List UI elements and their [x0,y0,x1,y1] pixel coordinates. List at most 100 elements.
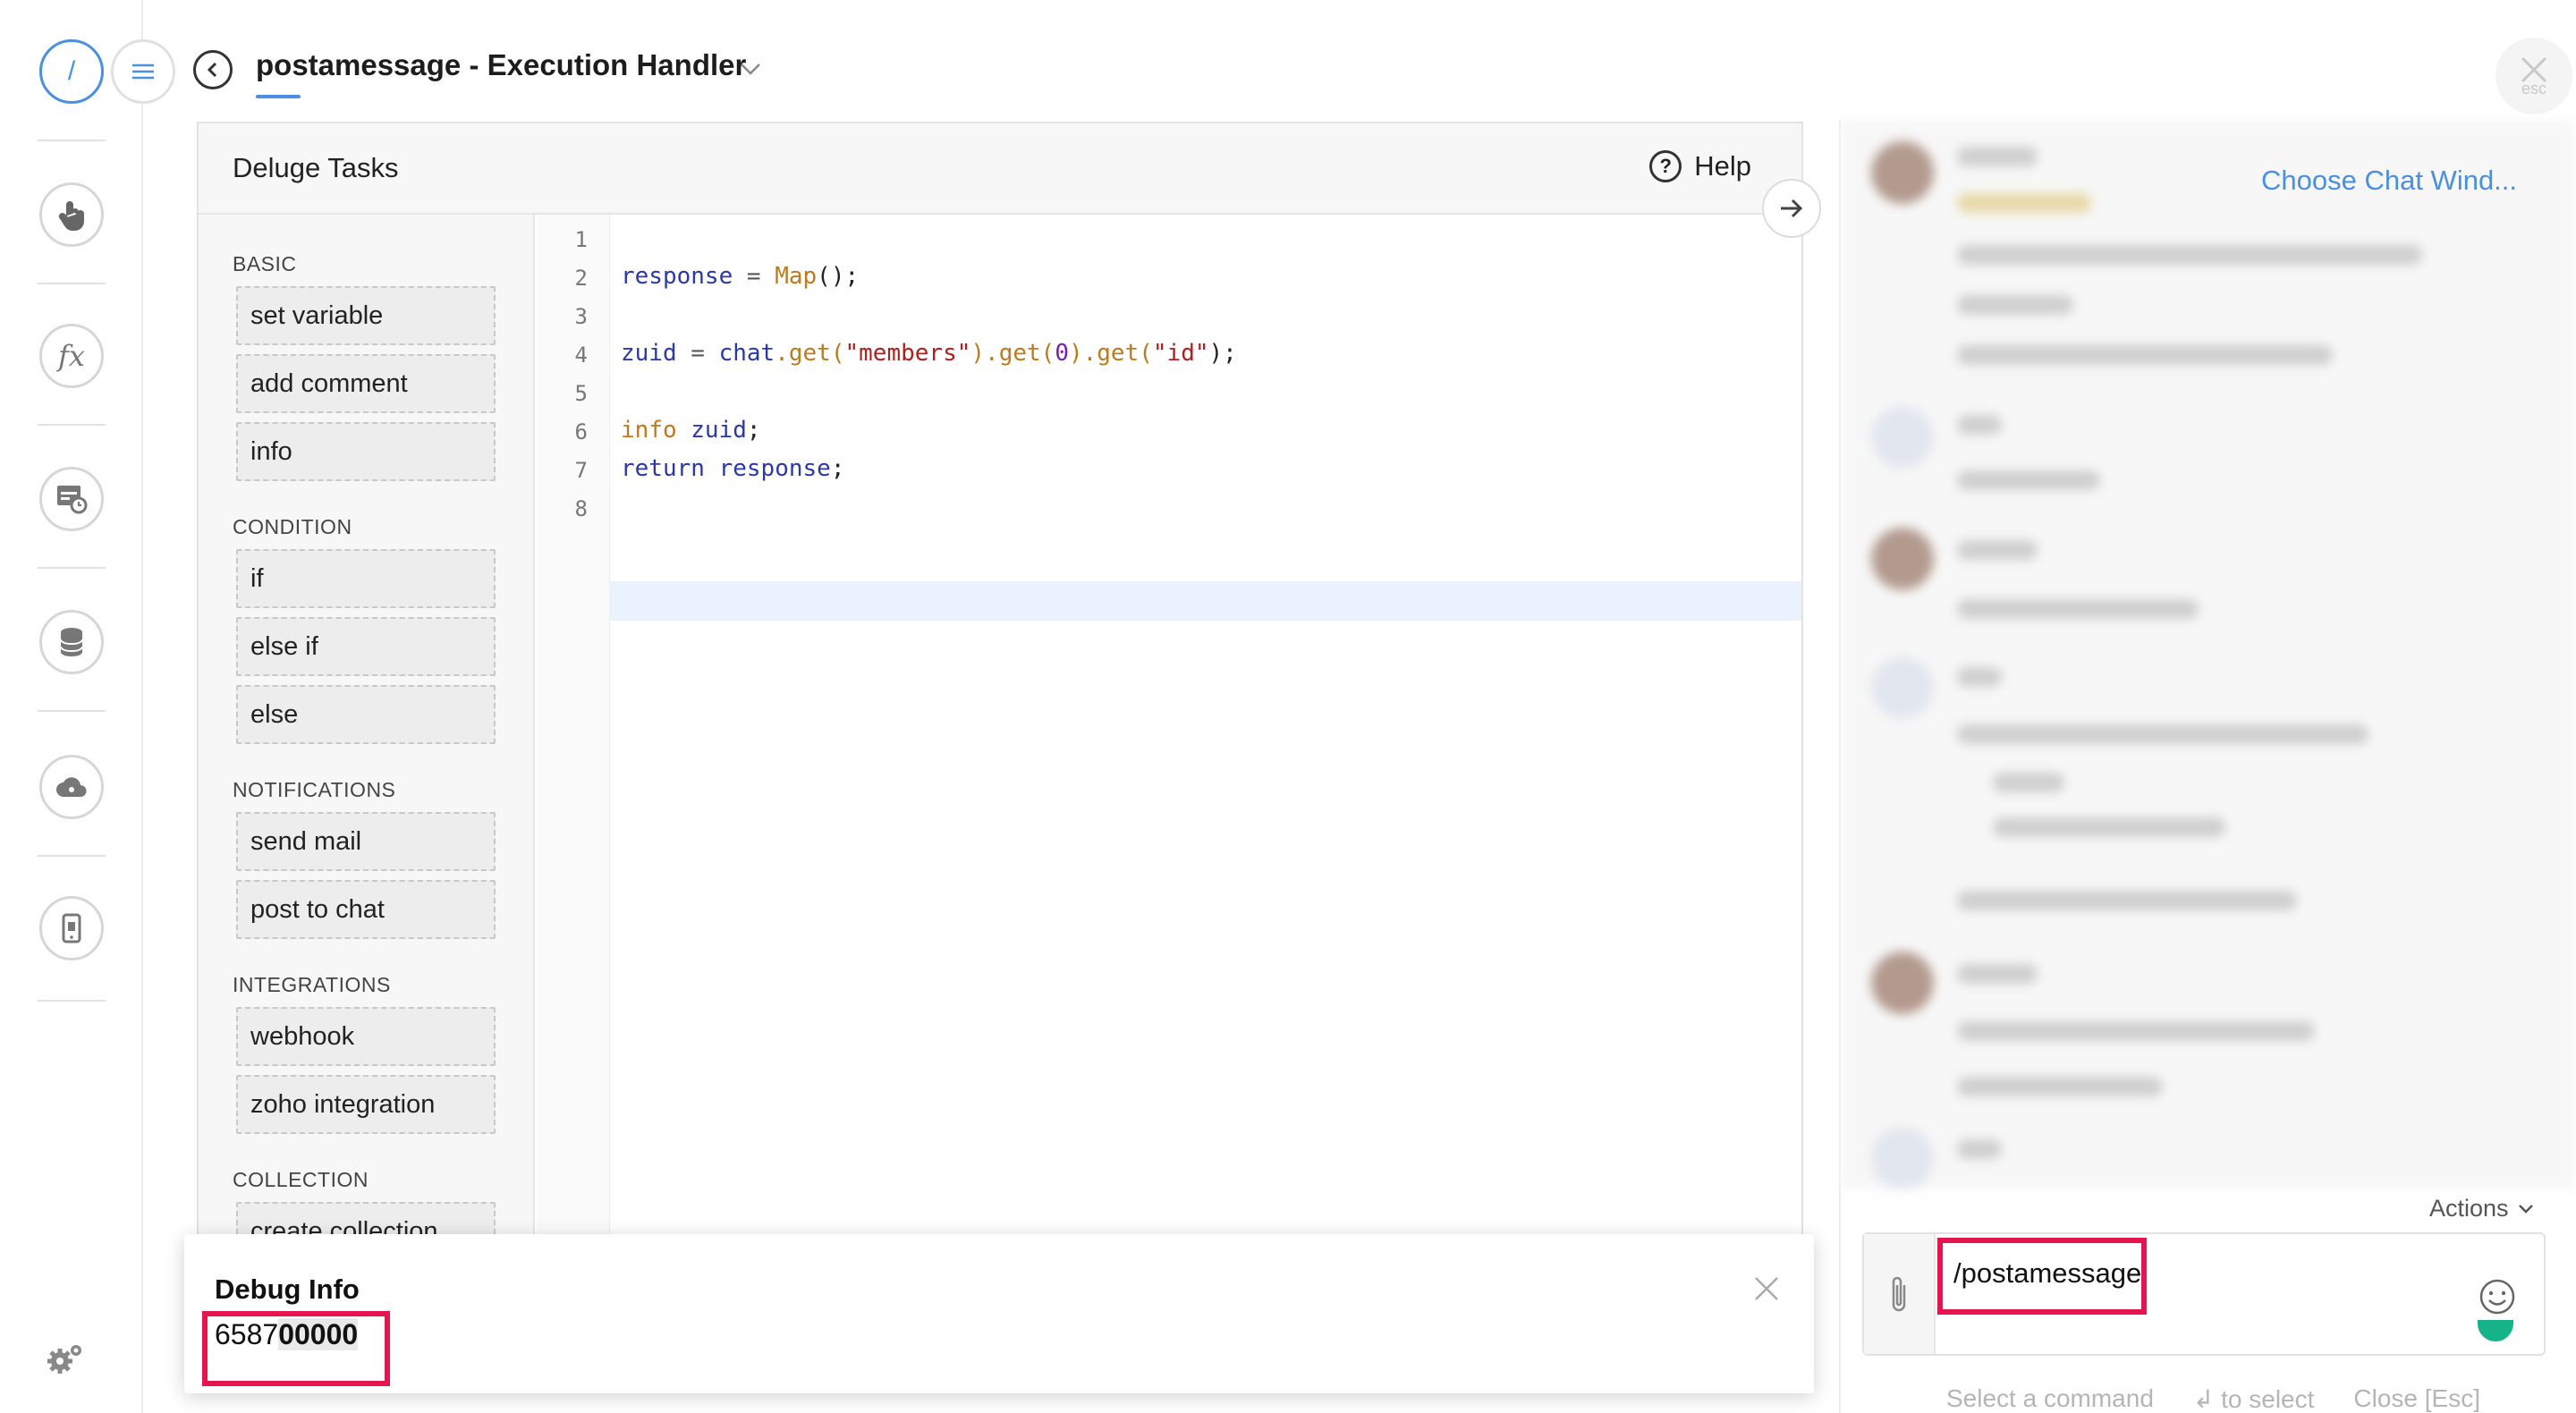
debug-value-prefix: 6587 [215,1318,279,1350]
rail-divider [38,710,106,712]
token-tail: ); [1208,340,1237,367]
cloud-button[interactable] [39,755,104,819]
title-underline [256,95,301,98]
menu-button[interactable] [111,39,175,104]
token-method: ).get( [970,340,1055,367]
esc-close-button[interactable]: esc [2496,38,2572,114]
left-rail: / fx [0,0,143,1413]
command-slash-button[interactable]: / [39,39,104,104]
help-label: Help [1694,150,1751,182]
line-number: 8 [574,496,588,521]
token-var: zuid [691,417,747,444]
token-method: .get( [775,340,845,367]
debug-info-popup: Debug Info 658700000 [184,1234,1814,1393]
line-number: 7 [574,458,588,483]
token-tail: ; [830,455,845,482]
script-editor-panel: Deluge Tasks ? Help BASIC set variable a… [197,122,1803,1374]
line-number: 3 [574,304,588,329]
code-line-7: return response; [621,455,844,482]
calendar-clock-icon [57,486,88,514]
emoji-icon[interactable] [2478,1277,2517,1316]
question-icon: ? [1649,150,1682,182]
close-icon[interactable] [1753,1275,1780,1302]
line-number: 5 [574,381,588,406]
blurred-chat-history [1841,120,2574,1189]
chevron-down-icon[interactable] [739,59,762,79]
mobile-icon [62,913,81,943]
slash-label: / [67,56,76,86]
task-webhook[interactable]: webhook [236,1007,496,1066]
token-tail: (); [817,263,860,290]
database-button[interactable] [39,610,104,674]
category-collection: COLLECTION [233,1168,369,1191]
token-tail: ; [746,417,761,444]
task-else-if[interactable]: else if [236,617,496,676]
token-keyword: info [621,417,677,444]
settings-button[interactable] [45,1338,86,1379]
code-line-6: info zuid; [621,417,761,444]
task-else[interactable]: else [236,685,496,744]
help-button[interactable]: ? Help [1649,150,1751,182]
fx-icon: fx [58,339,85,373]
token-op: = [733,263,775,290]
token-op: = [676,340,719,367]
rail-divider [38,855,106,857]
category-basic: BASIC [233,252,297,275]
chevron-down-icon [2518,1204,2533,1214]
token-keyword: return [621,455,705,482]
line-number: 4 [574,343,588,368]
category-condition: CONDITION [233,515,352,538]
hint-select-command: Select a command [1946,1384,2154,1412]
touch-icon-button[interactable] [39,182,104,247]
page-title: postamessage - Execution Handler [256,48,747,81]
actions-label: Actions [2429,1195,2509,1222]
token-string: "id" [1152,340,1209,367]
gears-icon [47,1345,81,1374]
task-if[interactable]: if [236,549,496,608]
deluge-tasks-title: Deluge Tasks [233,152,399,183]
category-notifications: NOTIFICATIONS [233,778,396,801]
database-icon [60,628,83,656]
hamburger-icon [132,63,154,80]
code-editor[interactable]: response = Map(); zuid = chat.get("membe… [610,215,1801,1374]
debug-value-suffix: 00000 [278,1318,359,1350]
command-hint-bar: Select a command ↲ to select Close [Esc] [1946,1384,2480,1413]
collapse-panel-button[interactable] [1762,179,1821,238]
hand-pointer-icon [58,201,84,231]
functions-button[interactable]: fx [39,324,104,388]
task-add-comment[interactable]: add comment [236,354,496,413]
debug-info-value: 658700000 [215,1318,359,1351]
paperclip-icon [1892,1276,1906,1312]
arrow-right-icon [1781,199,1803,218]
rail-divider [38,424,106,426]
code-line-4: zuid = chat.get("members").get(0).get("i… [621,340,1237,367]
token-method: ).get( [1068,340,1153,367]
token-number: 0 [1055,340,1069,367]
rail-divider [38,1000,106,1002]
hint-enter-to-select: ↲ to select [2192,1385,2315,1413]
line-number: 1 [574,227,588,252]
task-send-mail[interactable]: send mail [236,812,496,871]
attach-button[interactable] [1864,1234,1936,1354]
rail-divider [38,140,106,141]
task-info[interactable]: info [236,422,496,481]
debug-info-title: Debug Info [215,1273,360,1305]
mobile-button[interactable] [39,896,104,960]
token-var: response [621,263,733,290]
task-post-to-chat[interactable]: post to chat [236,880,496,939]
cloud-icon [56,777,87,797]
category-integrations: INTEGRATIONS [233,973,391,996]
back-button[interactable] [193,50,233,89]
line-number-gutter: 1 2 3 4 5 6 7 8 [537,215,610,1374]
chevron-left-icon [207,62,217,78]
schedulers-button[interactable] [39,467,104,531]
actions-dropdown[interactable]: Actions [2429,1195,2534,1223]
grammarly-badge-icon[interactable] [2478,1320,2513,1341]
task-zoho-integration[interactable]: zoho integration [236,1075,496,1134]
task-set-variable[interactable]: set variable [236,286,496,345]
line-number: 6 [574,419,588,444]
choose-chat-window-link[interactable]: Choose Chat Wind... [2261,165,2517,197]
token-var: response [718,455,831,482]
message-input[interactable]: /postamessage [1953,1257,2141,1290]
